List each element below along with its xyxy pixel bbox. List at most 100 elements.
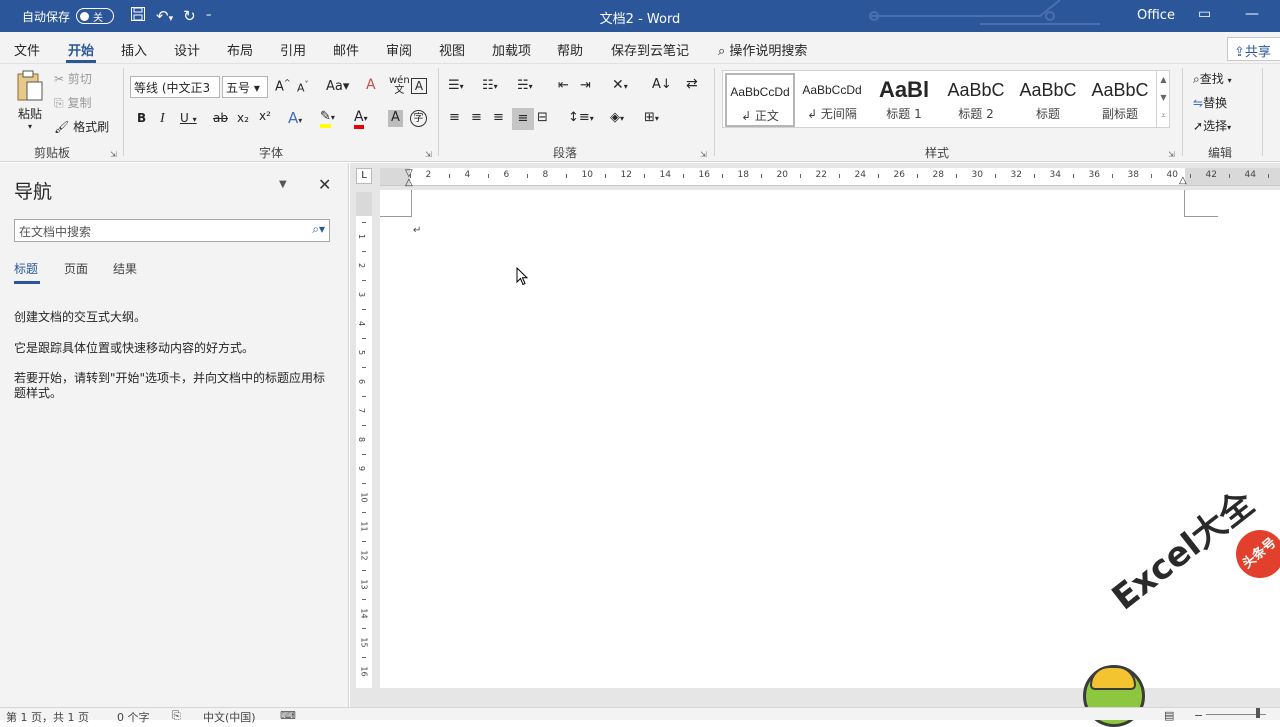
tab-home[interactable]: 开始 (68, 40, 94, 59)
superscript-button[interactable]: x² (259, 109, 271, 123)
align-center-icon[interactable]: ≡ (471, 110, 482, 125)
paste-button[interactable]: 粘贴 ▾ (14, 70, 46, 131)
find-button[interactable]: ⌕查找 ▾ (1193, 70, 1232, 87)
style-no-spacing[interactable]: AaBbCcDd ↲ 无间隔 (797, 73, 867, 127)
search-icon[interactable]: ⌕▾ (312, 222, 325, 237)
print-layout-icon[interactable]: ▤ (1164, 709, 1174, 722)
ruler-tick (488, 174, 489, 178)
font-launcher-icon[interactable]: ⇲ (425, 150, 432, 159)
tab-view[interactable]: 视图 (439, 40, 465, 59)
phonetic-guide-icon[interactable]: wén 文 (389, 76, 410, 96)
underline-button[interactable]: U ▾ (180, 111, 197, 125)
clear-format-icon[interactable]: A (366, 77, 376, 93)
format-painter-button[interactable]: 🖌 格式刷 (54, 118, 109, 135)
zoom-slider-thumb[interactable] (1256, 708, 1260, 718)
ruler-label: 4 (357, 320, 367, 326)
minimize-icon[interactable]: — (1245, 6, 1259, 22)
bullets-icon[interactable]: ☰▾ (448, 78, 464, 93)
right-indent-marker[interactable]: △ (1179, 175, 1187, 186)
macro-record-icon[interactable]: ⌨ (280, 709, 296, 722)
ribbon-display-icon[interactable]: ▭ (1198, 6, 1211, 22)
replace-button[interactable]: ⇋替换 (1193, 94, 1227, 111)
document-page[interactable]: ↵ (380, 190, 1280, 688)
shading-icon[interactable]: ◈▾ (610, 110, 624, 125)
change-case-icon[interactable]: Aa▾ (326, 79, 349, 94)
style-heading-2[interactable]: AaBbC 标题 2 (941, 73, 1011, 127)
font-name-combo[interactable]: 等线 (中文正3 (130, 76, 220, 98)
nav-options-icon[interactable]: ▼ (279, 179, 287, 190)
cut-button[interactable]: ✂ 剪切 (54, 70, 92, 87)
nav-search-input[interactable]: 在文档中搜索 ⌕▾ (14, 219, 330, 242)
tab-design[interactable]: 设计 (174, 40, 200, 59)
nav-tab-headings[interactable]: 标题 (14, 260, 38, 277)
line-spacing-icon[interactable]: ↕≡▾ (568, 110, 594, 125)
italic-button[interactable]: I (160, 111, 165, 127)
nav-tab-pages[interactable]: 页面 (64, 260, 88, 277)
close-icon[interactable]: ✕ (318, 175, 331, 194)
ruler-label: 14 (359, 607, 369, 619)
style-title[interactable]: AaBbC 标题 (1013, 73, 1083, 127)
style-subtitle[interactable]: AaBbC 副标题 (1085, 73, 1155, 127)
ruler-label: 30 (971, 170, 983, 180)
align-left-icon[interactable]: ≡ (449, 110, 460, 125)
font-size-combo[interactable]: 五号 ▾ (222, 76, 268, 98)
share-button[interactable]: ⇪共享 (1227, 37, 1280, 61)
ruler-tick (566, 174, 567, 178)
tab-mailings[interactable]: 邮件 (333, 40, 359, 59)
align-right-icon[interactable]: ≡ (493, 110, 504, 125)
style-normal[interactable]: AaBbCcDd ↲ 正文 (725, 73, 795, 127)
sort-icon[interactable]: A↓ (652, 77, 672, 92)
left-indent-marker[interactable]: △ (405, 177, 413, 188)
copy-button[interactable]: ⎘ 复制 (54, 94, 91, 111)
shrink-font-icon[interactable]: A˅ (297, 80, 309, 95)
horizontal-ruler[interactable]: 2 4 6 8 10 12 14 16 18 20 22 24 26 28 30 32 34 36 38 40 42 44… (380, 168, 1280, 188)
subscript-button[interactable]: x₂ (237, 111, 249, 125)
tab-cloud-notes[interactable]: 保存到云笔记 (611, 40, 689, 59)
tab-addins[interactable]: 加载项 (492, 40, 531, 59)
tab-references[interactable]: 引用 (280, 40, 306, 59)
clipboard-launcher-icon[interactable]: ⇲ (110, 150, 117, 159)
word-count[interactable]: 0 个字 (117, 709, 150, 725)
enclose-char-icon[interactable]: 字 (410, 110, 427, 127)
styles-launcher-icon[interactable]: ⇲ (1168, 150, 1175, 159)
chinese-layout-icon[interactable]: ✕▾ (612, 77, 628, 93)
ruler-label: 44 (1244, 170, 1256, 180)
distributed-icon[interactable]: ⊟ (537, 110, 548, 125)
borders-icon[interactable]: ⊞▾ (644, 110, 659, 125)
ruler-label: 10 (359, 491, 369, 503)
vertical-ruler[interactable]: 1 2 3 4 5 6 7 8 9 10 11 12 13 14 15 16 (356, 192, 372, 688)
nav-tab-results[interactable]: 结果 (113, 260, 137, 277)
clipboard-group-label: 剪贴板 (34, 146, 71, 160)
styles-gallery: AaBbCcDd ↲ 正文 AaBbCcDd ↲ 无间隔 AaBl 标题 1 AaBb… (722, 70, 1170, 128)
justify-icon[interactable]: ≡ (512, 108, 534, 130)
bold-button[interactable]: B (137, 111, 146, 125)
grow-font-icon[interactable]: A^ (275, 78, 291, 94)
tab-file[interactable]: 文件 (14, 40, 40, 59)
tab-selector[interactable]: L (356, 168, 372, 184)
tab-review[interactable]: 审阅 (386, 40, 412, 59)
proofing-icon[interactable]: ⎘ (172, 709, 181, 723)
styles-scroll[interactable]: ▲ ▼ ⩡ (1156, 71, 1170, 127)
decrease-indent-icon[interactable]: ⇤ (558, 78, 569, 93)
nav-tab-indicator (14, 281, 40, 284)
tab-layout[interactable]: 布局 (227, 40, 253, 59)
show-marks-icon[interactable]: ⇄ (686, 76, 698, 92)
text-effects-icon[interactable]: A▾ (288, 109, 302, 127)
font-color-icon[interactable]: A▾ (354, 109, 368, 129)
select-button[interactable]: ➚选择▾ (1193, 117, 1231, 134)
char-border-icon[interactable]: A (411, 78, 427, 94)
page-count[interactable]: 第 1 页，共 1 页 (6, 709, 89, 725)
multilevel-list-icon[interactable]: ☵▾ (517, 78, 533, 93)
tell-me-search[interactable]: ⌕ 操作说明搜索 (718, 40, 807, 59)
tab-insert[interactable]: 插入 (121, 40, 147, 59)
language-indicator[interactable]: 中文(中国) (203, 709, 256, 725)
style-heading-1[interactable]: AaBl 标题 1 (869, 73, 939, 127)
highlight-icon[interactable]: ✎▾ (320, 109, 335, 128)
paragraph-launcher-icon[interactable]: ⇲ (700, 150, 707, 159)
strikethrough-button[interactable]: ab (213, 111, 228, 125)
numbering-icon[interactable]: ☷▾ (482, 78, 498, 93)
increase-indent-icon[interactable]: ⇥ (580, 78, 591, 93)
char-shading-icon[interactable]: A (388, 110, 403, 127)
tab-help[interactable]: 帮助 (557, 40, 583, 59)
zoom-out-icon[interactable]: − (1194, 709, 1203, 722)
